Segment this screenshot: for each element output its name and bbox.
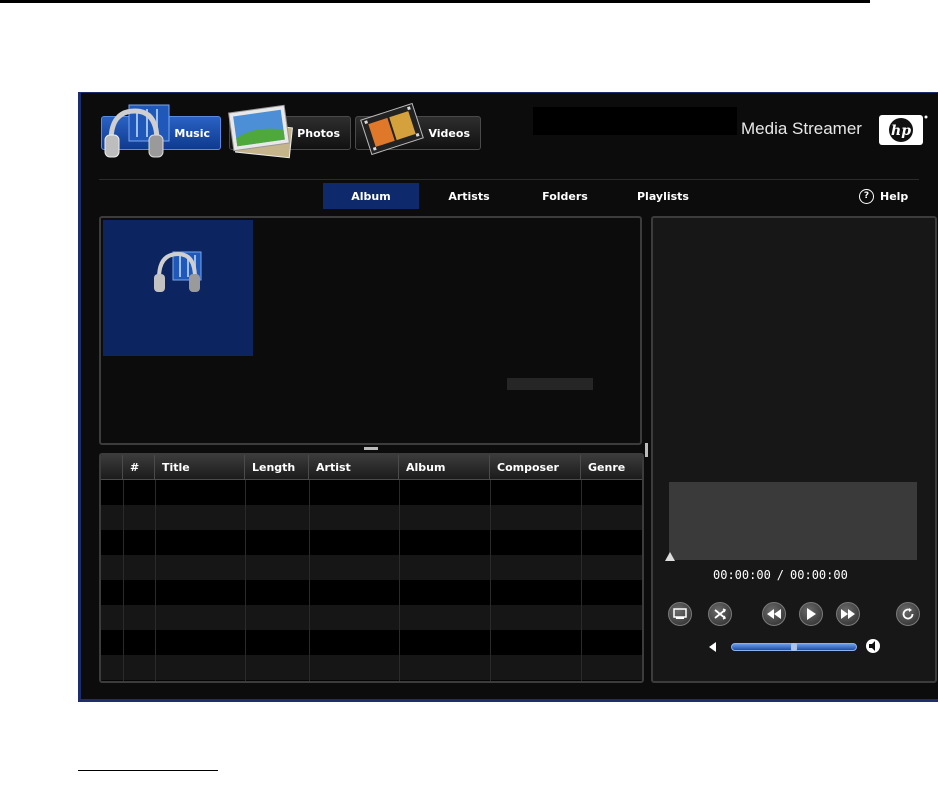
total-time: 00:00:00 xyxy=(790,568,848,582)
current-time: 00:00:00 xyxy=(713,568,771,582)
tab-photos-label: Photos xyxy=(297,126,340,140)
document-footnote-rule xyxy=(78,770,218,771)
time-separator: / xyxy=(776,568,785,582)
pip-icon xyxy=(673,608,687,619)
document-top-rule xyxy=(0,0,870,3)
rewind-icon xyxy=(767,609,781,619)
pip-button[interactable] xyxy=(668,602,692,626)
help-label: Help xyxy=(880,189,909,203)
column-header-length[interactable]: Length xyxy=(245,455,309,480)
volume-slider-thumb[interactable] xyxy=(791,643,797,651)
rewind-button[interactable] xyxy=(762,602,786,626)
column-header-select[interactable] xyxy=(101,455,123,480)
film-reel-icon xyxy=(360,102,424,156)
subnav-playlists-label: Playlists xyxy=(637,189,689,203)
headphones-icon xyxy=(104,104,170,158)
column-divider xyxy=(309,480,310,681)
fast-forward-button[interactable] xyxy=(836,602,860,626)
table-row[interactable] xyxy=(101,655,642,680)
album-headphones-icon xyxy=(154,251,202,292)
redacted-label xyxy=(507,378,593,390)
subnav-artists[interactable]: Artists xyxy=(421,183,517,209)
play-button[interactable] xyxy=(799,602,823,626)
column-header-number[interactable]: # xyxy=(123,455,155,480)
album-tile[interactable] xyxy=(103,220,253,356)
column-header-album[interactable]: Album xyxy=(399,455,490,480)
play-icon xyxy=(807,608,816,620)
subnav-folders[interactable]: Folders xyxy=(517,183,613,209)
table-row[interactable] xyxy=(101,530,642,555)
subnav-album-label: Album xyxy=(351,189,391,203)
subnav-album[interactable]: Album xyxy=(323,183,419,209)
vertical-splitter-handle[interactable] xyxy=(645,443,648,457)
subnav-folders-label: Folders xyxy=(542,189,588,203)
column-divider xyxy=(399,480,400,681)
video-preview-area xyxy=(669,482,917,560)
track-table: # Title Length Artist Album Composer Gen… xyxy=(99,453,644,683)
track-table-header: # Title Length Artist Album Composer Gen… xyxy=(101,455,642,480)
column-divider xyxy=(581,480,582,681)
volume-up-icon[interactable] xyxy=(865,638,881,654)
volume-slider[interactable] xyxy=(731,643,857,651)
hp-logo-icon: hp xyxy=(879,115,928,145)
horizontal-splitter-handle[interactable] xyxy=(364,447,378,450)
nav-divider xyxy=(99,179,919,180)
help-link[interactable]: ? Help xyxy=(859,186,908,206)
app-title: Media Streamer xyxy=(741,119,862,138)
column-divider xyxy=(155,480,156,681)
shuffle-icon xyxy=(714,608,727,620)
tab-videos-label: Videos xyxy=(428,126,470,140)
seek-position-marker[interactable] xyxy=(665,552,675,561)
shuffle-button[interactable] xyxy=(708,602,732,626)
table-row[interactable] xyxy=(101,580,642,605)
table-row[interactable] xyxy=(101,505,642,530)
help-icon: ? xyxy=(859,188,874,204)
table-row[interactable] xyxy=(101,555,642,580)
repeat-button[interactable] xyxy=(896,602,920,626)
album-grid-panel xyxy=(99,216,642,445)
column-divider xyxy=(123,480,124,681)
column-divider xyxy=(490,480,491,681)
subnav-playlists[interactable]: Playlists xyxy=(615,183,711,209)
table-row[interactable] xyxy=(101,605,642,630)
tab-music-label: Music xyxy=(174,126,210,140)
media-streamer-window: Music Photos Videos Media Streamer hp Al… xyxy=(78,92,938,702)
hp-logo-text: hp xyxy=(891,123,911,139)
redacted-bar xyxy=(533,107,737,135)
column-divider xyxy=(245,480,246,681)
column-header-composer[interactable]: Composer xyxy=(490,455,581,480)
subnav-artists-label: Artists xyxy=(448,189,490,203)
table-row[interactable] xyxy=(101,630,642,655)
photos-icon xyxy=(228,104,293,159)
fast-forward-icon xyxy=(841,609,855,619)
column-header-artist[interactable]: Artist xyxy=(309,455,399,480)
column-header-title[interactable]: Title xyxy=(155,455,245,480)
repeat-icon xyxy=(902,608,914,620)
volume-down-icon[interactable] xyxy=(709,642,716,652)
player-panel: 00:00:00 / 00:00:00 xyxy=(651,216,937,683)
time-readout: 00:00:00 / 00:00:00 xyxy=(713,568,848,582)
column-header-genre[interactable]: Genre xyxy=(581,455,642,480)
table-row[interactable] xyxy=(101,480,642,505)
